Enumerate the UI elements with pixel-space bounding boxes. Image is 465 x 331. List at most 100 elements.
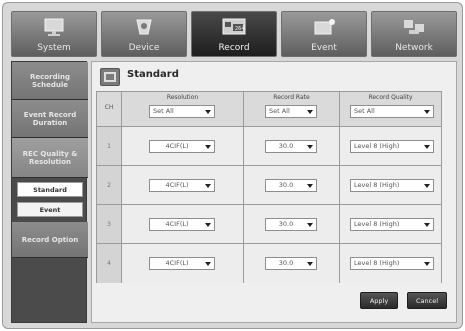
tab-label-network: Network [395,43,433,53]
recorder-icon: 264 [222,18,246,35]
tab-system[interactable]: System [11,11,97,57]
sidebar-subitem-standard[interactable]: Standard [17,182,83,197]
select-value: 30.0 [278,259,294,267]
sidebar-subitem-label: Event [39,205,61,214]
resolution-cell: 4CIF(L) [122,205,244,243]
header-record-rate: Record Rate Set All [244,92,340,127]
tab-network[interactable]: Network [371,11,457,57]
resolution-select[interactable]: 4CIF(L) [149,218,215,231]
table-row: 4 4CIF(L) 30.0 Level 8 (High) [97,244,441,283]
sidebar-subitem-event[interactable]: Event [17,202,83,217]
record-quality-cell: Level 8 (High) [340,166,441,204]
resolution-cell: 4CIF(L) [122,244,244,283]
record-rate-cell: 30.0 [244,166,340,204]
select-value: 4CIF(L) [165,142,189,150]
event-icon [314,19,335,35]
resolution-cell: 4CIF(L) [122,127,244,165]
tab-label-event: Event [311,43,337,53]
select-value: Level 8 (High) [354,259,400,267]
settings-table: CH Resolution Set All Record Rate Set Al… [96,91,442,283]
tab-event[interactable]: Event [281,11,367,57]
sidebar: Recording Schedule Event Record Duration… [11,61,88,323]
cancel-button[interactable]: Cancel [407,292,447,309]
chevron-down-icon [205,262,211,266]
resolution-select[interactable]: 4CIF(L) [149,179,215,192]
table-row: 1 4CIF(L) 30.0 Level 8 (High) [97,127,441,166]
channel-number: 2 [97,166,122,204]
record-quality-select[interactable]: Level 8 (High) [350,257,434,270]
resolution-set-all-select[interactable]: Set All [149,105,215,118]
resolution-select[interactable]: 4CIF(L) [149,140,215,153]
sidebar-item-event-record-duration[interactable]: Event Record Duration [12,100,88,138]
header-record-rate-label: Record Rate [273,94,310,101]
tab-label-record: Record [218,43,250,53]
select-value: 4CIF(L) [165,220,189,228]
select-value: Set All [269,107,290,115]
monitor-icon [44,18,64,36]
chevron-down-icon [205,145,211,149]
chevron-down-icon [424,184,430,188]
select-value: 30.0 [278,142,294,150]
network-icon [404,20,424,34]
header-record-quality-label: Record Quality [368,94,413,101]
chevron-down-icon [424,223,430,227]
sidebar-item-label: Recording Schedule [30,72,70,89]
record-rate-select[interactable]: 30.0 [265,140,317,153]
select-value: 4CIF(L) [165,181,189,189]
sidebar-item-label: Event Record Duration [23,110,77,127]
record-quality-select[interactable]: Level 8 (High) [350,140,434,153]
channel-number: 1 [97,127,122,165]
chevron-down-icon [424,110,430,114]
header-record-quality: Record Quality Set All [340,92,441,127]
record-rate-cell: 30.0 [244,127,340,165]
record-quality-select[interactable]: Level 8 (High) [350,218,434,231]
select-value: Level 8 (High) [354,220,400,228]
record-quality-cell: Level 8 (High) [340,205,441,243]
chevron-down-icon [424,145,430,149]
apply-button[interactable]: Apply [360,292,398,309]
resolution-select[interactable]: 4CIF(L) [149,257,215,270]
sidebar-subitem-label: Standard [33,185,67,194]
record-rate-cell: 30.0 [244,244,340,283]
channel-number: 3 [97,205,122,243]
chevron-down-icon [307,110,313,114]
record-rate-select[interactable]: 30.0 [265,257,317,270]
header-resolution-label: Resolution [166,94,199,101]
tab-label-system: System [37,43,71,53]
panel-title: Standard [127,69,179,80]
sidebar-item-label: Record Option [21,235,79,244]
top-tab-bar: System Device 264 Record Event Network [11,11,457,57]
chevron-down-icon [307,184,313,188]
chevron-down-icon [424,262,430,266]
main-panel: Standard CH Resolution Set All Record Ra… [91,61,457,323]
chevron-down-icon [307,145,313,149]
header-resolution: Resolution Set All [122,92,244,127]
select-value: 30.0 [278,181,294,189]
tab-device[interactable]: Device [101,11,187,57]
record-rate-set-all-select[interactable]: Set All [265,105,317,118]
chevron-down-icon [205,110,211,114]
record-rate-select[interactable]: 30.0 [265,218,317,231]
table-row: 2 4CIF(L) 30.0 Level 8 (High) [97,166,441,205]
camera-icon [136,19,152,35]
sidebar-item-recording-schedule[interactable]: Recording Schedule [12,62,88,100]
table-row: 3 4CIF(L) 30.0 Level 8 (High) [97,205,441,244]
record-quality-cell: Level 8 (High) [340,244,441,283]
chevron-down-icon [307,223,313,227]
record-rate-select[interactable]: 30.0 [265,179,317,192]
record-quality-set-all-select[interactable]: Set All [350,105,434,118]
select-value: Set All [153,107,174,115]
chevron-down-icon [307,262,313,266]
header-ch: CH [97,92,122,127]
tab-record[interactable]: 264 Record [191,11,277,57]
resolution-cell: 4CIF(L) [122,166,244,204]
chevron-down-icon [205,184,211,188]
record-quality-select[interactable]: Level 8 (High) [350,179,434,192]
tab-label-device: Device [128,43,160,53]
sidebar-item-record-option[interactable]: Record Option [12,222,88,258]
select-value: 4CIF(L) [165,259,189,267]
select-value: 30.0 [278,220,294,228]
select-value: Set All [354,107,375,115]
header-ch-label: CH [104,104,114,111]
sidebar-item-rec-quality[interactable]: REC Quality & Resolution [12,138,88,178]
